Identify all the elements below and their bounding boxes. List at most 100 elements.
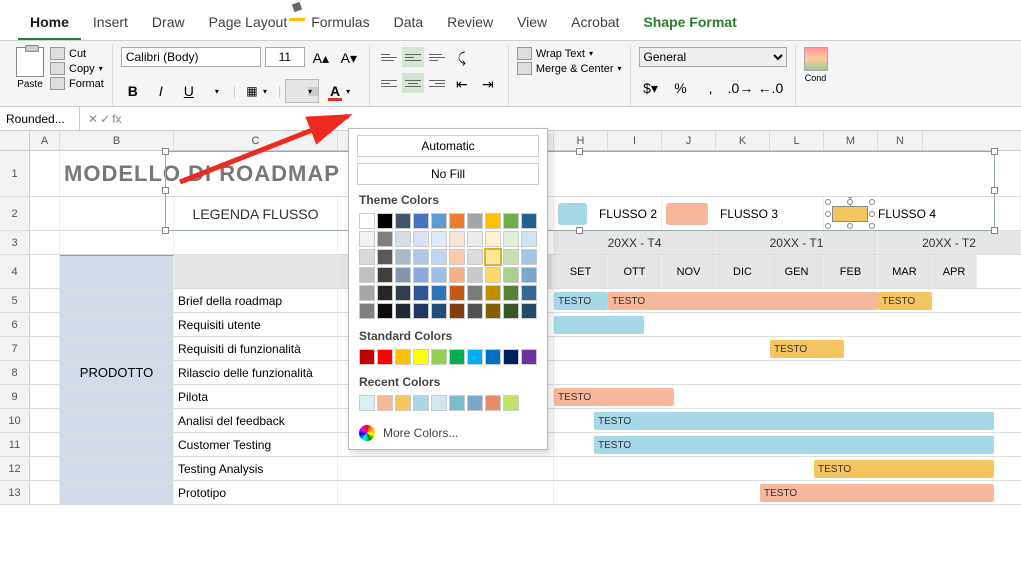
row-header[interactable]: 12 — [0, 457, 30, 480]
color-swatch[interactable] — [485, 303, 501, 319]
orientation-button[interactable]: ⤹ — [450, 47, 474, 69]
color-swatch[interactable] — [359, 395, 375, 411]
color-swatch[interactable] — [503, 303, 519, 319]
automatic-color-button[interactable]: Automatic — [357, 135, 539, 157]
color-swatch[interactable] — [377, 231, 393, 247]
color-swatch[interactable] — [521, 267, 537, 283]
color-swatch[interactable] — [521, 249, 537, 265]
col-header[interactable]: K — [716, 131, 770, 150]
color-swatch[interactable] — [431, 285, 447, 301]
underline-dropdown[interactable]: ▾ — [205, 80, 229, 102]
color-swatch[interactable] — [413, 231, 429, 247]
row-header[interactable]: 1 — [0, 151, 30, 196]
col-header[interactable]: B — [60, 131, 174, 150]
align-right-button[interactable] — [426, 73, 448, 93]
color-swatch[interactable] — [485, 249, 501, 265]
color-swatch[interactable] — [395, 395, 411, 411]
color-swatch[interactable] — [467, 285, 483, 301]
color-swatch[interactable] — [413, 395, 429, 411]
italic-button[interactable]: I — [149, 80, 173, 102]
gantt-bar[interactable]: TESTO — [760, 484, 994, 502]
color-swatch[interactable] — [377, 213, 393, 229]
wrap-text-button[interactable]: Wrap Text▾ — [517, 47, 622, 60]
row-header[interactable]: 2 — [0, 197, 30, 230]
color-swatch[interactable] — [395, 349, 411, 365]
color-swatch[interactable] — [377, 303, 393, 319]
color-swatch[interactable] — [503, 231, 519, 247]
underline-button[interactable]: U — [177, 80, 201, 102]
fx-button[interactable]: fx — [112, 112, 121, 126]
increase-decimal-button[interactable]: .0→ — [729, 77, 753, 99]
color-swatch[interactable] — [503, 213, 519, 229]
color-swatch[interactable] — [395, 249, 411, 265]
row-header[interactable]: 10 — [0, 409, 30, 432]
color-swatch[interactable] — [431, 213, 447, 229]
color-swatch[interactable] — [413, 285, 429, 301]
font-size-select[interactable] — [265, 47, 305, 67]
color-swatch[interactable] — [359, 303, 375, 319]
color-swatch[interactable] — [503, 395, 519, 411]
color-swatch[interactable] — [413, 249, 429, 265]
tab-formulas[interactable]: Formulas — [299, 8, 381, 40]
no-fill-button[interactable]: No Fill — [357, 163, 539, 185]
row-header[interactable]: 6 — [0, 313, 30, 336]
decrease-decimal-button[interactable]: ←.0 — [759, 77, 783, 99]
color-swatch[interactable] — [395, 213, 411, 229]
color-swatch[interactable] — [431, 267, 447, 283]
color-swatch[interactable] — [377, 395, 393, 411]
number-format-select[interactable]: General — [639, 47, 787, 67]
color-swatch[interactable] — [431, 231, 447, 247]
color-swatch[interactable] — [377, 285, 393, 301]
color-swatch[interactable] — [485, 395, 501, 411]
color-swatch[interactable] — [467, 213, 483, 229]
grow-font-button[interactable]: A▴ — [309, 47, 333, 69]
color-swatch[interactable] — [413, 213, 429, 229]
paste-button[interactable]: Paste — [16, 47, 44, 90]
copy-button[interactable]: Copy▾ — [50, 62, 104, 75]
color-swatch[interactable] — [449, 213, 465, 229]
color-swatch[interactable] — [431, 349, 447, 365]
color-swatch[interactable] — [377, 349, 393, 365]
row-header[interactable]: 9 — [0, 385, 30, 408]
conditional-formatting-button[interactable]: Cond — [804, 47, 828, 83]
gantt-bar[interactable] — [554, 316, 644, 334]
color-swatch[interactable] — [395, 267, 411, 283]
comma-button[interactable]: , — [699, 77, 723, 99]
color-swatch[interactable] — [359, 349, 375, 365]
color-swatch[interactable] — [449, 303, 465, 319]
bold-button[interactable]: B — [121, 80, 145, 102]
increase-indent-button[interactable]: ⇥ — [476, 73, 500, 95]
tab-view[interactable]: View — [505, 8, 559, 40]
color-swatch[interactable] — [485, 349, 501, 365]
col-header[interactable]: N — [878, 131, 923, 150]
tab-draw[interactable]: Draw — [140, 8, 197, 40]
borders-button[interactable]: ▦▾ — [240, 79, 274, 103]
col-header[interactable]: I — [608, 131, 662, 150]
color-swatch[interactable] — [359, 249, 375, 265]
color-swatch[interactable] — [431, 303, 447, 319]
merge-center-button[interactable]: Merge & Center▾ — [517, 62, 622, 75]
color-swatch[interactable] — [359, 213, 375, 229]
color-swatch[interactable] — [485, 267, 501, 283]
gantt-bar[interactable]: TESTO — [554, 292, 608, 310]
gantt-bar[interactable]: TESTO — [770, 340, 844, 358]
color-swatch[interactable] — [431, 249, 447, 265]
color-swatch[interactable] — [449, 231, 465, 247]
fill-color-button[interactable]: ▾ — [285, 79, 319, 103]
cancel-formula-button[interactable]: ✕ — [88, 112, 98, 126]
row-header[interactable]: 5 — [0, 289, 30, 312]
color-swatch[interactable] — [413, 349, 429, 365]
align-left-button[interactable] — [378, 73, 400, 93]
color-swatch[interactable] — [467, 395, 483, 411]
col-header[interactable]: J — [662, 131, 716, 150]
align-center-button[interactable] — [402, 73, 424, 93]
percent-button[interactable]: % — [669, 77, 693, 99]
color-swatch[interactable] — [449, 349, 465, 365]
color-swatch[interactable] — [449, 285, 465, 301]
color-swatch[interactable] — [449, 395, 465, 411]
color-swatch[interactable] — [521, 231, 537, 247]
tab-page-layout[interactable]: Page Layout — [197, 8, 300, 40]
gantt-bar[interactable]: TESTO — [814, 460, 994, 478]
row-header[interactable]: 3 — [0, 231, 30, 254]
tab-acrobat[interactable]: Acrobat — [559, 8, 631, 40]
